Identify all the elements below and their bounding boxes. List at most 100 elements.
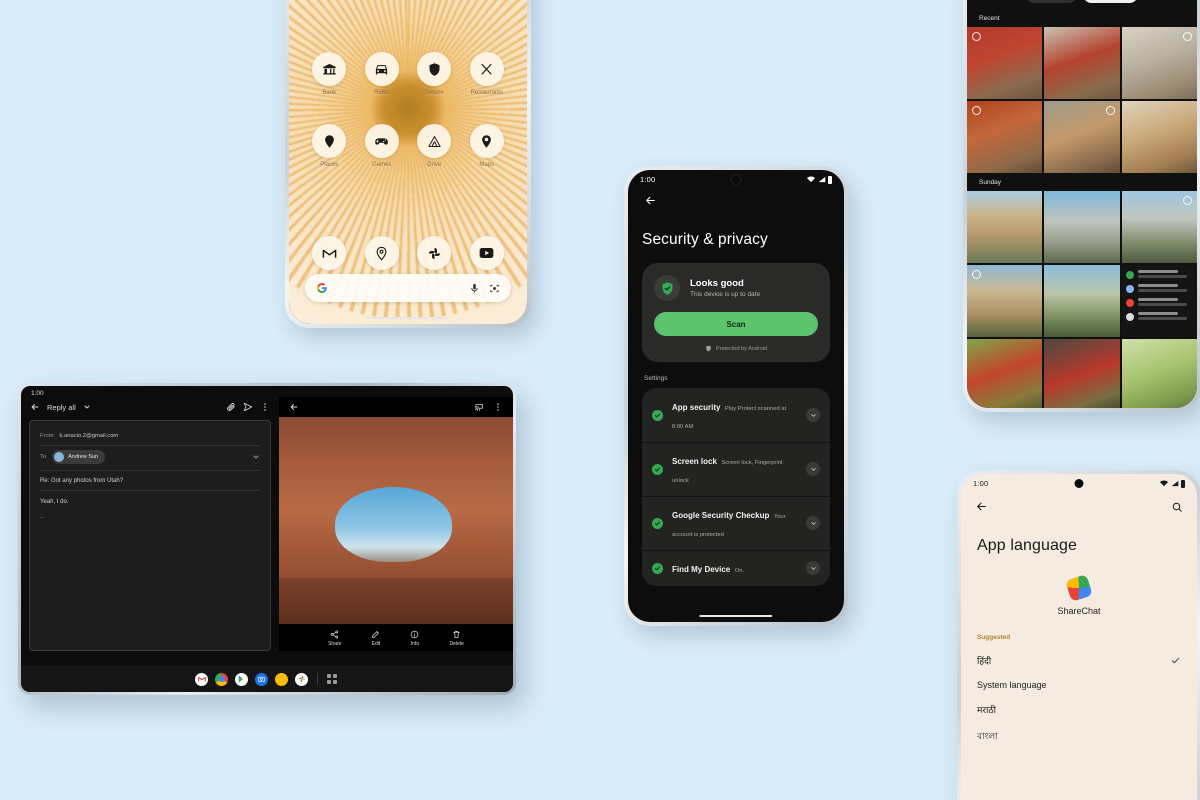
gmail-icon[interactable] <box>195 672 208 686</box>
back-arrow-icon[interactable] <box>975 500 988 513</box>
photo-tile[interactable] <box>1044 191 1120 263</box>
chrome-icon[interactable] <box>215 672 228 686</box>
more-vertical-icon[interactable] <box>493 402 503 412</box>
photo-tile[interactable] <box>1044 27 1120 99</box>
selection-circle-icon[interactable] <box>972 32 981 41</box>
attach-icon[interactable] <box>226 402 236 412</box>
back-arrow-icon[interactable] <box>289 402 299 412</box>
camera-punch-hole <box>731 175 741 184</box>
language-label: हिंदी <box>977 656 992 666</box>
more-vertical-icon[interactable] <box>260 402 270 412</box>
photo-tile[interactable] <box>967 265 1043 337</box>
chevron-down-icon[interactable] <box>806 561 820 575</box>
recipient-name: Andrew Sun <box>68 454 99 460</box>
share-button[interactable]: Share <box>328 630 341 647</box>
apps-grid-icon[interactable] <box>327 674 337 684</box>
photo-tile[interactable] <box>1044 339 1120 408</box>
list-item-language[interactable]: हिंदी <box>961 641 1197 667</box>
tablet-taskbar <box>21 666 513 692</box>
list-item[interactable] <box>1125 298 1193 307</box>
home-app-bank[interactable]: Bank <box>303 52 356 96</box>
status-time: 1:00 <box>973 479 989 488</box>
list-item-language[interactable]: বাংলা <box>961 716 1197 744</box>
tab-photos[interactable]: Photos <box>1025 0 1077 3</box>
recipient-chip[interactable]: Andrew Sun <box>52 450 106 464</box>
photo-tile[interactable] <box>967 27 1043 99</box>
message-body[interactable]: Yeah, I do. <box>40 491 260 505</box>
camera-icon[interactable] <box>255 672 268 686</box>
camera-punch-hole <box>1074 479 1084 488</box>
send-icon[interactable] <box>243 402 253 412</box>
photo-tile[interactable] <box>967 191 1043 263</box>
phone-frame: 1:00 Security & privacy Looks good This … <box>624 166 848 626</box>
table-row[interactable]: App security Play Protect scanned at 8:0… <box>642 388 830 442</box>
home-app-restaurants[interactable]: Restaurants <box>461 52 514 96</box>
chevron-down-icon[interactable] <box>806 408 820 422</box>
google-search-bar[interactable] <box>305 274 511 302</box>
row-subtitle: On. <box>734 568 745 574</box>
home-app-maps[interactable]: Maps <box>461 124 514 168</box>
photos-albums-tabs: Photos Albums <box>1025 0 1139 3</box>
device-tablet: 1:00 Reply all From k.anacio.2@gmail.com… <box>18 383 516 695</box>
cast-icon[interactable] <box>474 402 484 412</box>
youtube-icon[interactable] <box>469 236 504 270</box>
list-item-language[interactable]: System language <box>961 667 1197 690</box>
photos-icon[interactable] <box>295 672 308 686</box>
subject-field[interactable]: Re: Got any photos from Utah? <box>40 471 260 491</box>
info-button[interactable]: Info <box>410 630 419 647</box>
edit-button[interactable]: Edit <box>371 630 380 647</box>
photo-tile[interactable] <box>967 101 1043 173</box>
selection-circle-icon[interactable] <box>1183 196 1192 205</box>
chevron-down-icon[interactable] <box>806 516 820 530</box>
from-field[interactable]: From k.anacio.2@gmail.com <box>40 429 260 446</box>
gmail-icon[interactable] <box>312 236 347 270</box>
photo-tile[interactable] <box>967 339 1043 408</box>
photo-tile[interactable] <box>1121 339 1197 408</box>
list-item[interactable] <box>1125 270 1193 279</box>
photo-tile[interactable] <box>1121 27 1197 99</box>
photo-tile[interactable] <box>1044 265 1120 337</box>
google-lens-icon[interactable] <box>489 283 500 294</box>
home-app-drive[interactable]: Drive <box>408 124 461 168</box>
row-title: Find My Device <box>672 565 731 574</box>
reply-all-label[interactable]: Reply all <box>47 403 76 412</box>
chevron-down-icon[interactable] <box>806 462 820 476</box>
maps-pin-icon[interactable] <box>364 236 399 270</box>
signal-icon <box>1171 480 1179 487</box>
scan-button[interactable]: Scan <box>654 312 818 336</box>
play-store-icon[interactable] <box>235 672 248 686</box>
photo-image-arch[interactable] <box>279 417 513 624</box>
check-circle-icon <box>652 409 663 421</box>
table-row[interactable]: Find My Device On. <box>642 550 830 586</box>
table-row[interactable]: Google Security Checkup Your account is … <box>642 496 830 550</box>
home-app-rides[interactable]: Rides <box>356 52 409 96</box>
photo-sky-region <box>335 487 453 562</box>
back-arrow-icon[interactable] <box>30 402 40 412</box>
photo-tile[interactable] <box>1121 101 1197 173</box>
photo-tile[interactable] <box>1044 101 1120 173</box>
home-app-games[interactable]: Games <box>356 124 409 168</box>
table-row[interactable]: Screen lock Screen lock, Fingerprint unl… <box>642 442 830 496</box>
to-field[interactable]: To Andrew Sun <box>40 446 260 471</box>
home-app-places[interactable]: Places <box>303 124 356 168</box>
photo-tile[interactable] <box>1121 191 1197 263</box>
keep-icon[interactable] <box>275 672 288 686</box>
selection-circle-icon[interactable] <box>1183 32 1192 41</box>
list-item[interactable] <box>1125 284 1193 293</box>
selection-circle-icon[interactable] <box>1105 106 1115 115</box>
delete-button[interactable]: Delete <box>449 630 464 647</box>
microphone-icon[interactable] <box>469 283 480 294</box>
back-arrow-icon[interactable] <box>644 194 830 207</box>
selection-circle-icon[interactable] <box>972 270 981 279</box>
tab-albums[interactable]: Albums <box>1082 0 1139 3</box>
home-app-secure[interactable]: Secure <box>408 52 461 96</box>
compose-body[interactable]: From k.anacio.2@gmail.com To Andrew Sun <box>29 420 271 651</box>
check-circle-icon <box>652 517 663 529</box>
chevron-down-icon[interactable] <box>83 403 91 411</box>
chevron-down-icon[interactable] <box>252 453 260 461</box>
search-icon[interactable] <box>1171 501 1183 513</box>
list-item[interactable] <box>1125 312 1193 321</box>
list-item-language[interactable]: मराठी <box>961 690 1197 716</box>
selection-circle-icon[interactable] <box>972 106 981 115</box>
photos-icon[interactable] <box>417 236 452 270</box>
